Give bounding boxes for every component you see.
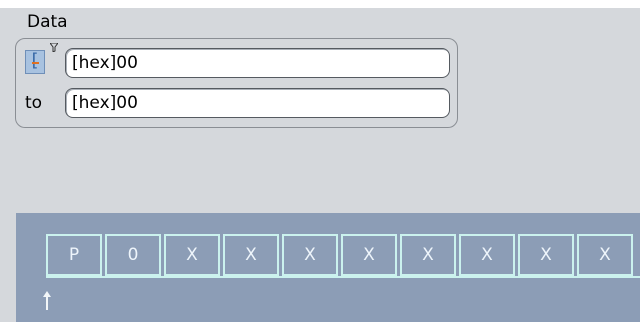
bit-cell[interactable]: X (164, 234, 220, 276)
operator-dash (32, 62, 39, 64)
bit-cell[interactable]: X (223, 234, 279, 276)
data-min-value-input[interactable] (65, 48, 450, 78)
bit-cell[interactable]: X (577, 234, 633, 276)
bit-cell[interactable]: X (341, 234, 397, 276)
bit-cell[interactable]: 0 (105, 234, 161, 276)
bit-position-marker-icon[interactable] (42, 290, 52, 310)
bit-cell[interactable]: X (518, 234, 574, 276)
bit-row: P 0 X X X X X X X X (46, 234, 636, 276)
data-section-label: Data (27, 12, 68, 32)
filter-icon (49, 42, 59, 55)
bit-connector-line (46, 276, 640, 278)
bit-cell[interactable]: X (459, 234, 515, 276)
bit-pattern-panel: P 0 X X X X X X X X (16, 213, 640, 322)
to-label: to (25, 93, 43, 113)
bit-cell[interactable]: P (46, 234, 102, 276)
range-operator-icon: [ (31, 50, 39, 71)
bit-cell[interactable]: X (282, 234, 338, 276)
data-max-value-input[interactable] (65, 88, 450, 118)
top-strip (0, 0, 640, 8)
operator-button[interactable]: [ (25, 50, 45, 74)
bit-cell[interactable]: X (400, 234, 456, 276)
